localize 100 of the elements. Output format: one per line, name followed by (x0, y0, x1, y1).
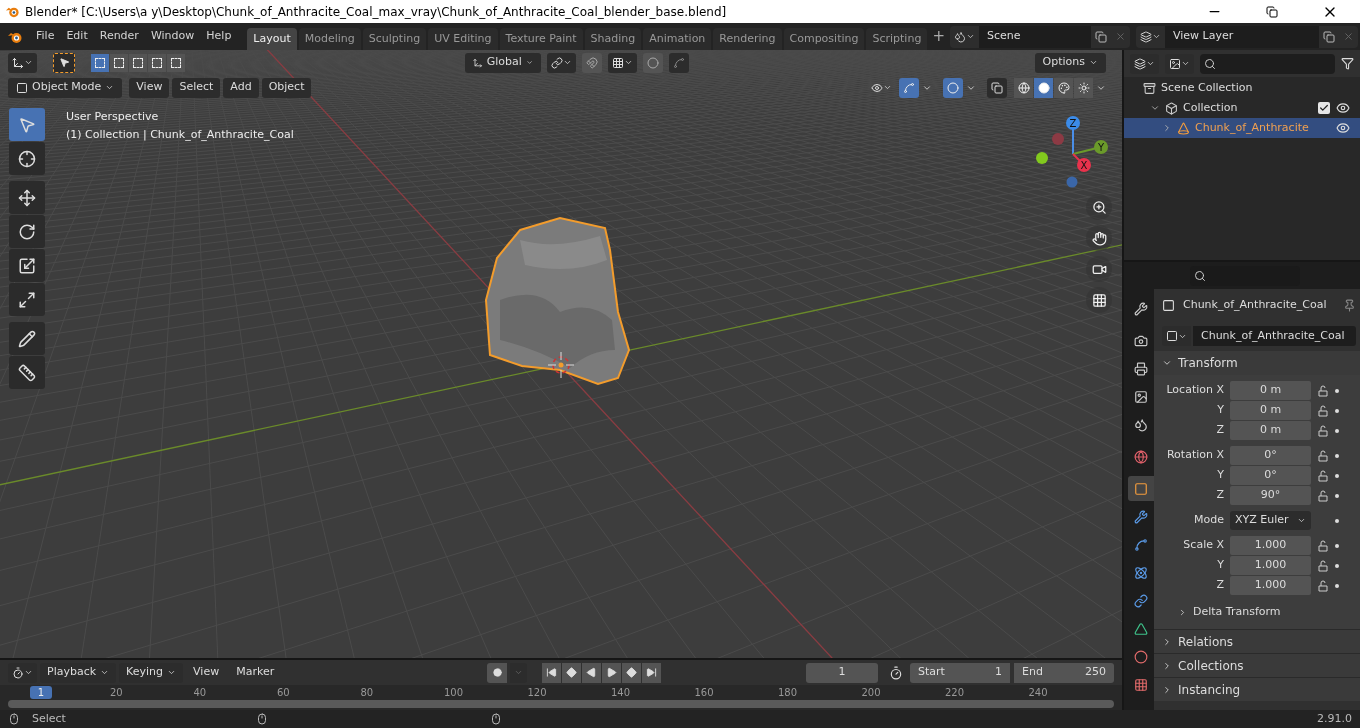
workspace-tab[interactable]: Texture Paint (499, 28, 583, 50)
timeline-menu[interactable]: View (186, 662, 227, 683)
exclude-checkbox[interactable] (1318, 102, 1330, 114)
number-field[interactable]: 1.000 (1230, 536, 1311, 555)
workspace-tab[interactable]: Layout (247, 28, 297, 50)
workspace-tab[interactable]: Scripting (866, 28, 928, 50)
number-field[interactable]: 0 m (1230, 401, 1311, 420)
view-layer-filter-dropdown[interactable] (1165, 53, 1194, 74)
snap-target-dropdown[interactable] (608, 52, 637, 73)
transform-panel-header[interactable]: Transform (1154, 351, 1360, 375)
stopwatch-icon[interactable] (889, 665, 903, 680)
viewport-menu[interactable]: Add (223, 77, 259, 98)
overlays-toggle[interactable] (943, 77, 963, 98)
end-frame-field[interactable]: End 250 (1014, 662, 1114, 683)
number-field[interactable]: 1.000 (1230, 576, 1311, 595)
falloff-dropdown[interactable] (669, 52, 689, 73)
panel-header[interactable]: Collections (1154, 653, 1360, 677)
menu-item[interactable]: Window (144, 23, 201, 50)
jump-start-button[interactable] (542, 662, 562, 683)
xray-toggle[interactable] (987, 77, 1007, 98)
annotate-tool[interactable] (9, 322, 45, 355)
panel-header[interactable]: Relations (1154, 629, 1360, 653)
current-frame-marker[interactable]: 1 (30, 685, 52, 699)
add-workspace-button[interactable]: + (927, 25, 950, 48)
jump-end-button[interactable] (642, 662, 662, 683)
solid-shading-button[interactable] (1034, 77, 1053, 98)
gizmo-toggle[interactable] (899, 77, 919, 98)
delta-transform-header[interactable]: Delta Transform (1154, 601, 1360, 623)
proportional-edit-toggle[interactable] (643, 52, 663, 73)
horizontal-scrollbar[interactable] (8, 700, 1114, 708)
cursor-tool[interactable] (9, 142, 45, 175)
current-frame-field[interactable]: 1 (806, 662, 878, 683)
pan-button[interactable] (1086, 225, 1112, 251)
zoom-button[interactable] (1086, 194, 1112, 220)
timeline-menu[interactable]: Playback (40, 662, 117, 683)
start-frame-field[interactable]: Start 1 (910, 662, 1010, 683)
pin-icon[interactable] (1342, 298, 1356, 312)
lock-icon[interactable] (1317, 469, 1329, 482)
move-tool[interactable] (9, 181, 45, 214)
timeline-menu[interactable]: Keying (119, 662, 184, 683)
workspace-tab[interactable]: Animation (643, 28, 712, 50)
ortho-grid-button[interactable] (1086, 287, 1112, 313)
lock-icon[interactable] (1317, 579, 1329, 592)
workspace-tab[interactable]: UV Editing (428, 28, 498, 50)
pivot-point-dropdown[interactable] (547, 52, 576, 73)
play-reverse-button[interactable] (582, 662, 602, 683)
camera-view-button[interactable] (1086, 256, 1112, 282)
viewport-menu[interactable]: Select (172, 77, 221, 98)
number-field[interactable]: 0 m (1230, 421, 1311, 440)
lock-icon[interactable] (1317, 384, 1329, 397)
menu-item[interactable]: File (30, 23, 61, 50)
workspace-tab[interactable]: Compositing (783, 28, 865, 50)
outliner-row[interactable]: Scene Collection (1124, 78, 1360, 98)
measure-tool[interactable] (9, 356, 45, 389)
visibility-eye-icon[interactable] (1336, 121, 1350, 135)
number-field[interactable]: 0 m (1230, 381, 1311, 400)
outliner-row[interactable]: Chunk_of_Anthracite (1124, 118, 1360, 138)
scene-name-field[interactable]: Scene (978, 25, 1091, 48)
outliner-search-field[interactable] (1200, 53, 1335, 74)
display-mode-dropdown[interactable] (1130, 53, 1159, 74)
outliner-row[interactable]: Collection (1124, 98, 1360, 118)
lock-icon[interactable] (1317, 559, 1329, 572)
lock-icon[interactable] (1317, 404, 1329, 417)
object-name-field[interactable]: Chunk_of_Anthracite_Coal (1193, 326, 1356, 346)
collapsed-arrow-icon[interactable] (1162, 123, 1172, 133)
auto-keying-toggle[interactable] (487, 662, 508, 683)
workspace-tab[interactable]: Sculpting (362, 28, 427, 50)
scale-tool[interactable] (9, 249, 45, 282)
number-field[interactable]: 1.000 (1230, 556, 1311, 575)
number-field[interactable]: 90° (1230, 486, 1311, 505)
pivot-dropdown[interactable] (8, 52, 37, 73)
play-button[interactable] (602, 662, 622, 683)
lock-icon[interactable] (1317, 449, 1329, 462)
object-tab[interactable] (1128, 476, 1154, 501)
visibility-eye-icon[interactable] (1336, 101, 1350, 115)
transform-tool[interactable] (9, 283, 45, 316)
new-scene-icon[interactable] (1094, 30, 1107, 43)
lock-icon[interactable] (1317, 424, 1329, 437)
mode-dropdown-field[interactable]: XYZ Euler (1230, 511, 1311, 530)
lock-icon[interactable] (1317, 489, 1329, 502)
expanded-arrow-icon[interactable] (1150, 103, 1160, 113)
timeline-menu[interactable]: Marker (229, 662, 282, 683)
menu-item[interactable]: Help (200, 23, 238, 50)
previous-keyframe-button[interactable] (562, 662, 582, 683)
restore-icon[interactable] (1266, 5, 1278, 18)
rotate-tool[interactable] (9, 215, 45, 248)
orientation-dropdown[interactable]: Global (465, 52, 541, 73)
data-block-dropdown[interactable] (1162, 326, 1191, 346)
workspace-tab[interactable]: Shading (584, 28, 642, 50)
workspace-tab[interactable]: Modeling (298, 28, 361, 50)
number-field[interactable]: 0° (1230, 466, 1311, 485)
select-tool-button[interactable] (53, 52, 75, 73)
viewport-menu[interactable]: View (129, 77, 170, 98)
mode-dropdown[interactable]: Object Mode (8, 77, 123, 98)
number-field[interactable]: 0° (1230, 446, 1311, 465)
view-layer-field[interactable]: View Layer (1164, 25, 1319, 48)
filter-icon[interactable] (1341, 57, 1354, 70)
workspace-tab[interactable]: Rendering (713, 28, 782, 50)
menu-item[interactable]: Render (93, 23, 145, 50)
lock-icon[interactable] (1317, 539, 1329, 552)
